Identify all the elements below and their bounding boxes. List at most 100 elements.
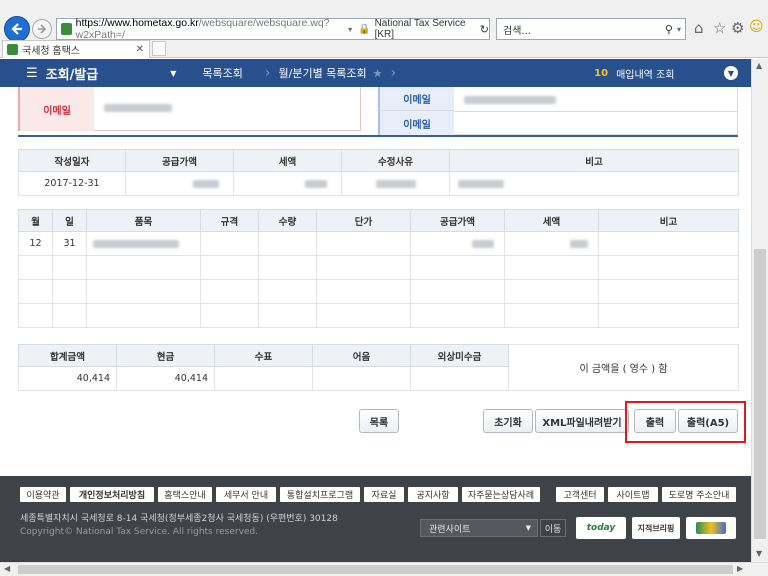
scroll-down-icon[interactable]: ▼ bbox=[756, 549, 762, 558]
brief-badge-label: 지적브리핑 bbox=[637, 523, 675, 533]
dropdown-icon: ▼ bbox=[525, 524, 531, 532]
breadcrumb-item-list[interactable]: 목록조회 bbox=[202, 65, 242, 81]
today-badge[interactable]: today bbox=[576, 517, 626, 539]
smiley-icon[interactable]: ☺ bbox=[749, 19, 764, 35]
search-placeholder: 검색... bbox=[503, 25, 531, 37]
item-unit-price bbox=[316, 231, 411, 256]
issue-date: 2017-12-31 bbox=[18, 171, 126, 196]
footer-link-terms[interactable]: 이용약관 bbox=[20, 487, 66, 502]
table-row bbox=[18, 279, 739, 304]
close-tab-icon[interactable]: ✕ bbox=[136, 44, 144, 55]
scroll-thumb[interactable] bbox=[18, 565, 733, 574]
footer-link-sitemap[interactable]: 사이트맵 bbox=[608, 487, 658, 502]
column-header: 일 bbox=[52, 209, 87, 232]
item-supply-blurred bbox=[410, 231, 505, 256]
column-header: 작성일자 bbox=[18, 149, 126, 172]
email-value-blurred bbox=[104, 104, 172, 112]
today-badge-label: today bbox=[586, 523, 616, 533]
table-row bbox=[18, 255, 739, 280]
address-bar[interactable]: https://www.hometax.go.kr/websquare/webs… bbox=[56, 17, 490, 41]
check-amount bbox=[214, 366, 313, 391]
total-amount: 40,414 bbox=[18, 366, 117, 391]
lock-icon: 🔒 bbox=[358, 23, 371, 35]
home-icon[interactable]: ⌂ bbox=[694, 19, 704, 37]
print-button[interactable]: 출력 bbox=[634, 409, 676, 433]
column-header: 세액 bbox=[504, 209, 599, 232]
related-sites-select[interactable]: 관련사이트 ▼ bbox=[420, 519, 538, 537]
column-header: 합계금액 bbox=[18, 344, 117, 367]
column-header: 비고 bbox=[449, 149, 739, 172]
badge-menu-label[interactable]: 매입내역 조회 bbox=[616, 66, 674, 81]
table-row: 2017-12-31 bbox=[18, 171, 739, 196]
column-header: 월 bbox=[18, 209, 53, 232]
column-header: 공급가액 bbox=[410, 209, 505, 232]
related-sites-label: 관련사이트 bbox=[429, 524, 471, 535]
forward-button[interactable] bbox=[32, 19, 52, 39]
hamburger-menu-icon[interactable]: ☰ bbox=[26, 66, 38, 81]
print-a5-button[interactable]: 출력(A5) bbox=[678, 409, 738, 433]
item-month: 12 bbox=[18, 231, 53, 256]
column-header: 비고 bbox=[598, 209, 739, 232]
scroll-right-icon[interactable]: ▶ bbox=[737, 564, 743, 573]
menu-title[interactable]: 조회/발급 bbox=[46, 64, 99, 83]
settings-gear-icon[interactable]: ⚙ bbox=[731, 19, 744, 37]
column-header: 품목 bbox=[86, 209, 201, 232]
dropdown-icon[interactable]: ▾ bbox=[348, 25, 352, 34]
new-tab-button[interactable] bbox=[152, 41, 166, 56]
revision-reason-blurred bbox=[341, 171, 450, 196]
column-header: 공급가액 bbox=[125, 149, 234, 172]
certification-badge[interactable] bbox=[686, 517, 736, 539]
horizontal-scrollbar[interactable]: ◀ ▶ bbox=[0, 562, 768, 576]
tab-title: 국세청 홈택스 bbox=[22, 46, 80, 57]
site-footer: 이용약관 개인정보처리방침 홈택스안내 세무서 안내 통합설치프로그램 자료실 … bbox=[0, 476, 751, 562]
arrow-right-icon bbox=[38, 24, 47, 34]
browser-search-input[interactable]: 검색... ⚲ ▾ bbox=[496, 18, 686, 40]
arrow-left-icon bbox=[11, 23, 22, 35]
list-button[interactable]: 목록 bbox=[359, 409, 399, 433]
column-header: 외상미수금 bbox=[410, 344, 509, 367]
footer-link-hometax-guide[interactable]: 홈택스안내 bbox=[158, 487, 212, 502]
refresh-icon[interactable]: ↻ bbox=[480, 23, 489, 36]
browser-tab[interactable]: 국세청 홈택스 ✕ bbox=[2, 40, 150, 58]
item-name-blurred bbox=[86, 231, 201, 256]
tab-favicon-icon bbox=[7, 44, 18, 55]
supply-amount-blurred bbox=[125, 171, 234, 196]
column-header: 어음 bbox=[312, 344, 411, 367]
scroll-left-icon[interactable]: ◀ bbox=[4, 564, 10, 573]
footer-link-road-address[interactable]: 도로명 주소안내 bbox=[662, 487, 736, 502]
column-header: 단가 bbox=[316, 209, 411, 232]
go-button[interactable]: 이동 bbox=[540, 519, 566, 537]
item-spec bbox=[200, 231, 259, 256]
column-header: 세액 bbox=[233, 149, 342, 172]
footer-link-support[interactable]: 고객센터 bbox=[556, 487, 604, 502]
site-identity[interactable]: National Tax Service [KR] bbox=[375, 18, 475, 40]
chevron-right-icon: › bbox=[264, 65, 271, 81]
favorite-star-icon[interactable]: ★ bbox=[373, 67, 383, 80]
favorites-star-icon[interactable]: ☆ bbox=[713, 19, 726, 37]
url-text: https://www.hometax.go.kr/websquare/webs… bbox=[75, 17, 330, 41]
reset-button[interactable]: 초기화 bbox=[483, 409, 533, 433]
footer-link-archive[interactable]: 자료실 bbox=[364, 487, 404, 502]
vertical-scrollbar[interactable]: ▲ ▼ bbox=[751, 59, 768, 562]
footer-link-faq[interactable]: 자주묻는상담사례 bbox=[462, 487, 540, 502]
collapse-chevron-icon[interactable]: ▼ bbox=[724, 66, 738, 80]
scroll-up-icon[interactable]: ▲ bbox=[756, 61, 762, 70]
footer-link-notice[interactable]: 공지사항 bbox=[408, 487, 458, 502]
email-label-buyer-2: 이메일 bbox=[403, 119, 431, 131]
search-icon[interactable]: ⚲ bbox=[665, 23, 673, 36]
email-section: 이메일 이메일 이메일 bbox=[18, 87, 738, 137]
footer-link-install[interactable]: 통합설치프로그램 bbox=[280, 487, 360, 502]
back-button[interactable] bbox=[4, 16, 30, 42]
cash-amount: 40,414 bbox=[116, 366, 215, 391]
xml-download-button[interactable]: XML파일내려받기 bbox=[535, 409, 629, 433]
remarks-blurred bbox=[449, 171, 739, 196]
menu-dropdown-icon[interactable]: ▼ bbox=[170, 69, 176, 78]
breadcrumb-item-monthly[interactable]: 월/분기별 목록조회 bbox=[279, 65, 367, 81]
page-icon bbox=[61, 23, 72, 35]
scroll-thumb[interactable] bbox=[754, 249, 766, 539]
dropdown-icon[interactable]: ▾ bbox=[677, 25, 681, 34]
footer-link-tax-office[interactable]: 세무서 안내 bbox=[216, 487, 276, 502]
item-remarks bbox=[598, 231, 739, 256]
footer-link-privacy[interactable]: 개인정보처리방침 bbox=[70, 487, 154, 502]
brief-badge[interactable]: 지적브리핑 bbox=[632, 517, 680, 539]
